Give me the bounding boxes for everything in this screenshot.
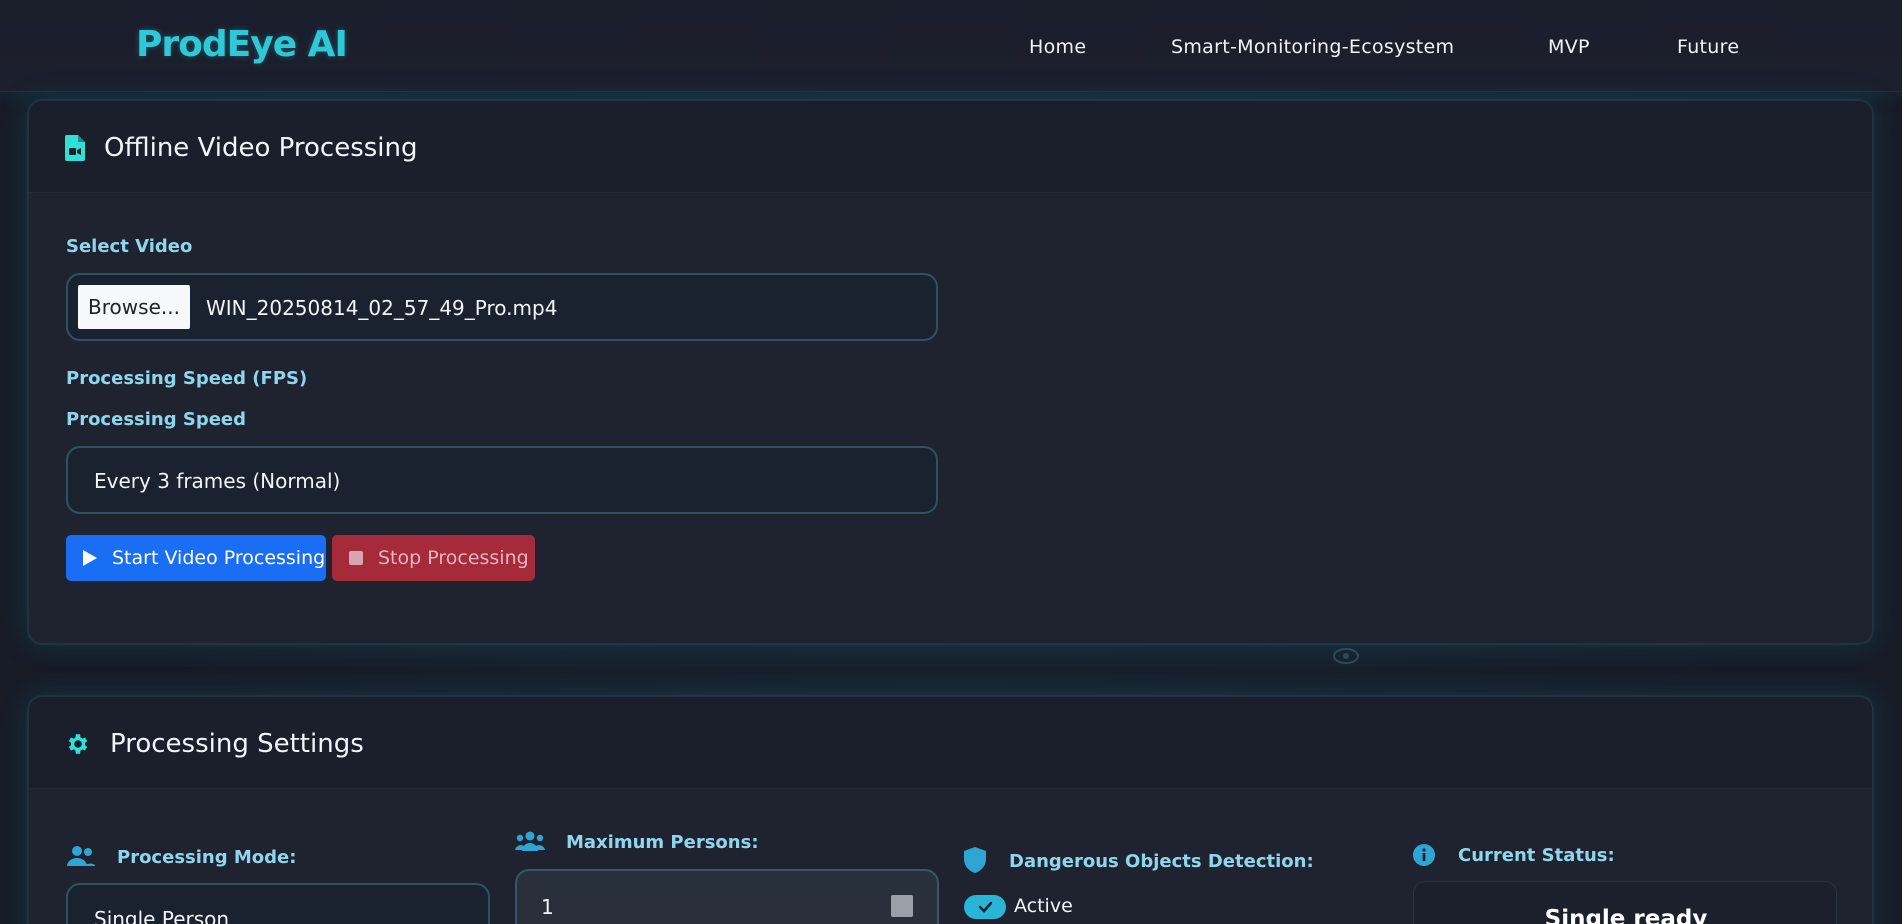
processing-mode-label: Processing Mode: xyxy=(117,847,297,868)
stop-button-label: Stop Processing xyxy=(378,547,529,569)
nav-link-mvp[interactable]: MVP xyxy=(1548,36,1590,58)
processing-settings-card: Processing Settings Processing Mode: Sin… xyxy=(28,696,1873,924)
processing-settings-card-header: Processing Settings xyxy=(29,697,1872,789)
maximum-persons-label: Maximum Persons: xyxy=(566,832,759,853)
stop-processing-button[interactable]: Stop Processing xyxy=(332,535,535,581)
user-group-icon xyxy=(515,831,545,851)
current-status-box: Single ready xyxy=(1413,881,1837,924)
users-icon xyxy=(67,846,95,866)
current-status-label: Current Status: xyxy=(1458,845,1615,866)
dangerous-objects-state: Active xyxy=(1014,895,1073,917)
processing-speed-value: Every 3 frames (Normal) xyxy=(94,469,341,493)
file-video-icon xyxy=(65,135,85,161)
stop-icon xyxy=(349,551,363,565)
start-video-processing-button[interactable]: Start Video Processing xyxy=(66,535,326,581)
navbar: ProdEye AI Home Smart-Monitoring-Ecosyst… xyxy=(0,0,1902,92)
current-status-value: Single ready xyxy=(1544,906,1708,924)
nav-link-smart-monitoring-ecosystem[interactable]: Smart-Monitoring-Ecosystem xyxy=(1171,36,1454,58)
processing-mode-select[interactable]: Single Person xyxy=(66,883,490,924)
select-video-label: Select Video xyxy=(66,236,193,257)
info-icon xyxy=(1413,844,1435,866)
video-file-input[interactable]: Browse... WIN_20250814_02_57_49_Pro.mp4 xyxy=(66,273,938,341)
dangerous-objects-label: Dangerous Objects Detection: xyxy=(1009,851,1314,872)
offline-video-title: Offline Video Processing xyxy=(104,133,418,163)
start-button-label: Start Video Processing xyxy=(112,547,326,569)
eye-icon xyxy=(1333,648,1359,664)
play-icon xyxy=(83,550,97,566)
gear-icon xyxy=(68,734,88,754)
fps-label: Processing Speed (FPS) xyxy=(66,368,308,389)
dangerous-objects-toggle[interactable] xyxy=(964,895,1006,919)
maximum-persons-input[interactable]: 1 xyxy=(515,869,939,924)
offline-video-card-header: Offline Video Processing xyxy=(29,101,1872,193)
processing-settings-title: Processing Settings xyxy=(110,729,364,759)
processing-mode-value: Single Person xyxy=(94,907,230,924)
offline-video-card: Offline Video Processing Select Video Br… xyxy=(28,100,1873,644)
number-stepper[interactable] xyxy=(891,895,913,917)
processing-speed-select[interactable]: Every 3 frames (Normal) xyxy=(66,446,938,514)
nav-link-future[interactable]: Future xyxy=(1677,36,1739,58)
checkmark-icon xyxy=(978,901,993,913)
browse-button[interactable]: Browse... xyxy=(78,285,190,329)
processing-speed-label: Processing Speed xyxy=(66,409,247,430)
shield-icon xyxy=(964,847,986,873)
maximum-persons-value: 1 xyxy=(541,895,554,919)
nav-links: Home Smart-Monitoring-Ecosystem MVP Futu… xyxy=(0,36,1902,60)
selected-file-name: WIN_20250814_02_57_49_Pro.mp4 xyxy=(206,296,558,320)
nav-link-home[interactable]: Home xyxy=(1029,36,1086,58)
